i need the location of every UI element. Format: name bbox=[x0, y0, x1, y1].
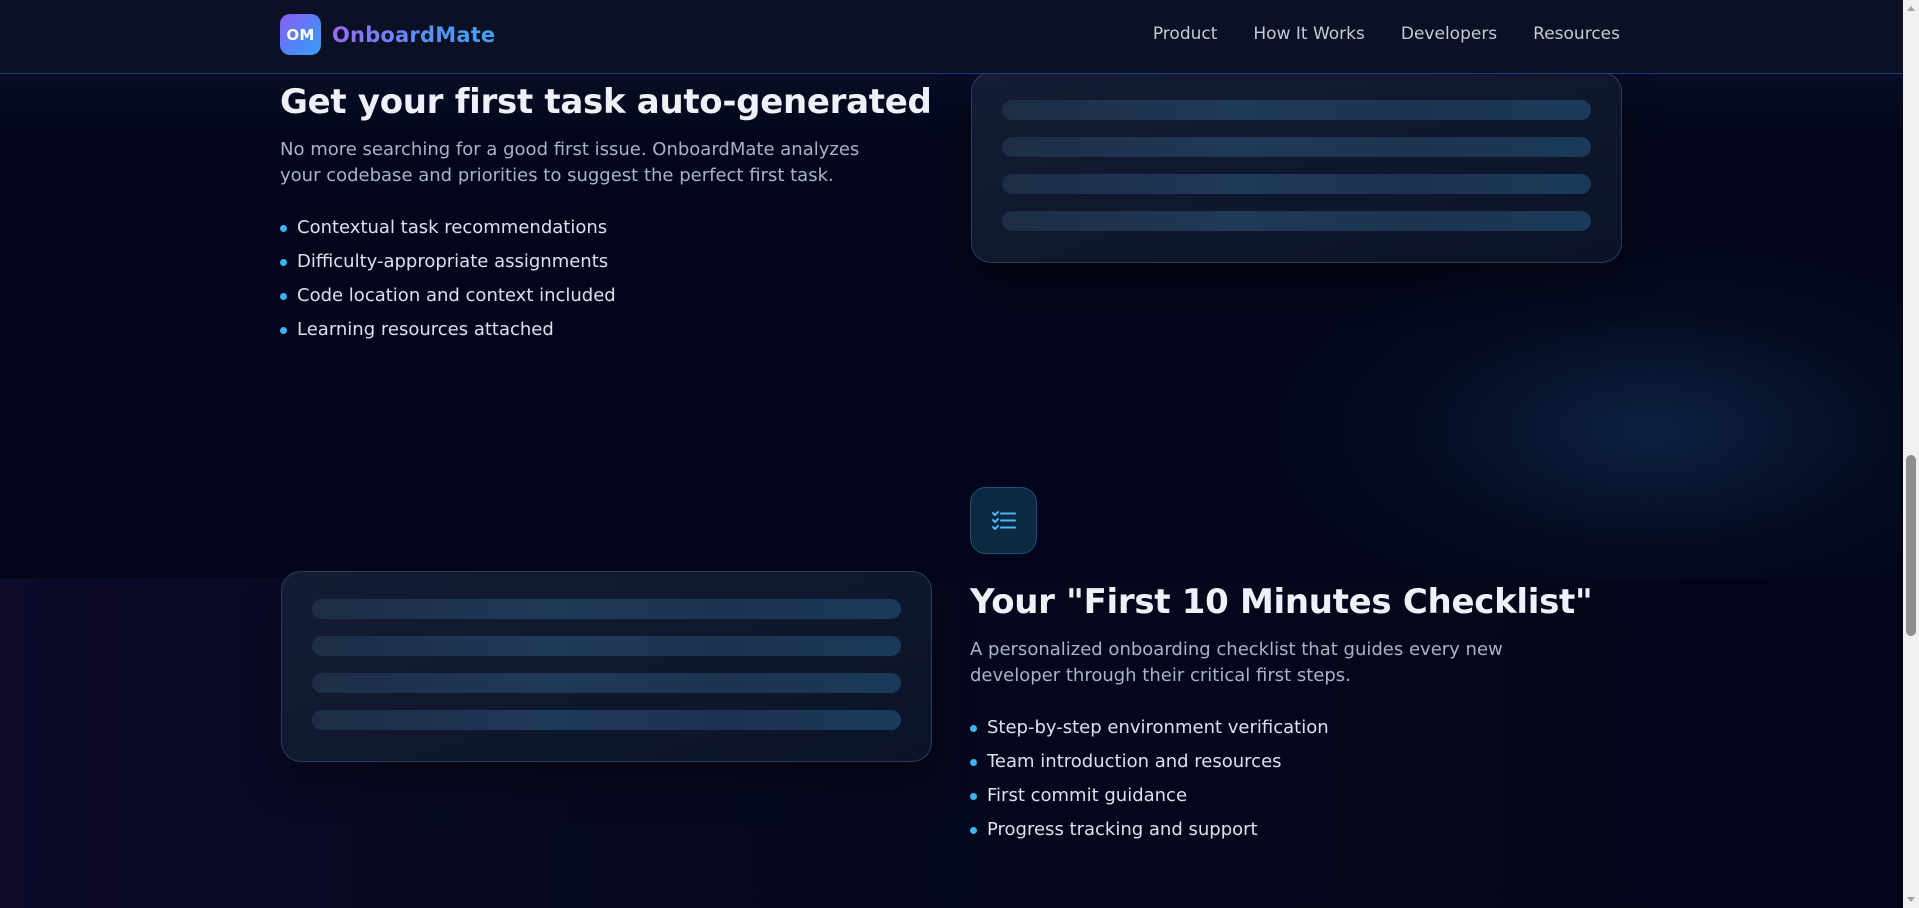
background-glow bbox=[1280, 250, 1900, 610]
bullet-dot-icon bbox=[970, 724, 977, 732]
skeleton-line bbox=[312, 599, 901, 619]
skeleton-line bbox=[1002, 211, 1591, 231]
list-item: Team introduction and resources bbox=[970, 745, 1630, 779]
list-item: Learning resources attached bbox=[280, 313, 940, 347]
bullet-dot-icon bbox=[280, 224, 287, 232]
bullet-text: Difficulty-appropriate assignments bbox=[297, 250, 609, 272]
nav-link-developers[interactable]: Developers bbox=[1401, 24, 1497, 44]
checklist-icon bbox=[991, 510, 1016, 530]
feature-checklist: Your "First 10 Minutes Checklist" A pers… bbox=[970, 582, 1630, 847]
bullet-dot-icon bbox=[970, 758, 977, 766]
skeleton-line bbox=[1002, 137, 1591, 157]
bullet-dot-icon bbox=[970, 792, 977, 800]
bullet-dot-icon bbox=[280, 326, 287, 334]
list-item: Progress tracking and support bbox=[970, 813, 1630, 847]
list-item: Step-by-step environment verification bbox=[970, 711, 1630, 745]
list-item: First commit guidance bbox=[970, 779, 1630, 813]
skeleton-line bbox=[1002, 174, 1591, 194]
list-item: Difficulty-appropriate assignments bbox=[280, 245, 940, 279]
site-header: OM OnboardMate Product How It Works Deve… bbox=[0, 0, 1903, 74]
bullet-dot-icon bbox=[280, 292, 287, 300]
checklist-preview-card bbox=[281, 571, 932, 762]
logo-mark: OM bbox=[280, 14, 321, 55]
list-item: Contextual task recommendations bbox=[280, 211, 940, 245]
bullet-dot-icon bbox=[970, 826, 977, 834]
bullet-text: Contextual task recommendations bbox=[297, 216, 608, 238]
bullet-text: Step-by-step environment verification bbox=[987, 716, 1329, 738]
skeleton-line bbox=[1002, 100, 1591, 120]
bullet-text: Code location and context included bbox=[297, 284, 616, 306]
list-item: Code location and context included bbox=[280, 279, 940, 313]
feature-first-task: Get your first task auto-generated No mo… bbox=[280, 82, 940, 347]
scroll-up-icon[interactable] bbox=[1907, 6, 1915, 11]
feature-title: Your "First 10 Minutes Checklist" bbox=[970, 582, 1593, 622]
feature-description: No more searching for a good first issue… bbox=[280, 138, 860, 186]
skeleton-line bbox=[312, 673, 901, 693]
logo-text: OnboardMate bbox=[332, 22, 496, 47]
scrollbar-thumb[interactable] bbox=[1906, 455, 1916, 636]
nav-link-how-it-works[interactable]: How It Works bbox=[1253, 24, 1364, 44]
scroll-down-icon[interactable] bbox=[1907, 897, 1915, 902]
skeleton-line bbox=[312, 710, 901, 730]
feature-description: A personalized onboarding checklist that… bbox=[970, 638, 1503, 686]
page-scrollbar[interactable] bbox=[1903, 0, 1919, 908]
checklist-icon-tile bbox=[970, 487, 1037, 554]
main-nav: Product How It Works Developers Resource… bbox=[1153, 24, 1620, 44]
bullet-dot-icon bbox=[280, 258, 287, 266]
feature-bullet-list: Step-by-step environment verification Te… bbox=[970, 711, 1630, 847]
task-preview-card bbox=[971, 72, 1622, 263]
bullet-text: Team introduction and resources bbox=[987, 750, 1282, 772]
skeleton-line bbox=[312, 636, 901, 656]
bullet-text: Learning resources attached bbox=[297, 318, 554, 340]
feature-bullet-list: Contextual task recommendations Difficul… bbox=[280, 211, 940, 347]
nav-link-product[interactable]: Product bbox=[1153, 24, 1218, 44]
bullet-text: Progress tracking and support bbox=[987, 818, 1258, 840]
nav-link-resources[interactable]: Resources bbox=[1533, 24, 1620, 44]
feature-title: Get your first task auto-generated bbox=[280, 82, 932, 122]
logo-link[interactable]: OM OnboardMate bbox=[280, 14, 495, 55]
bullet-text: First commit guidance bbox=[987, 784, 1188, 806]
